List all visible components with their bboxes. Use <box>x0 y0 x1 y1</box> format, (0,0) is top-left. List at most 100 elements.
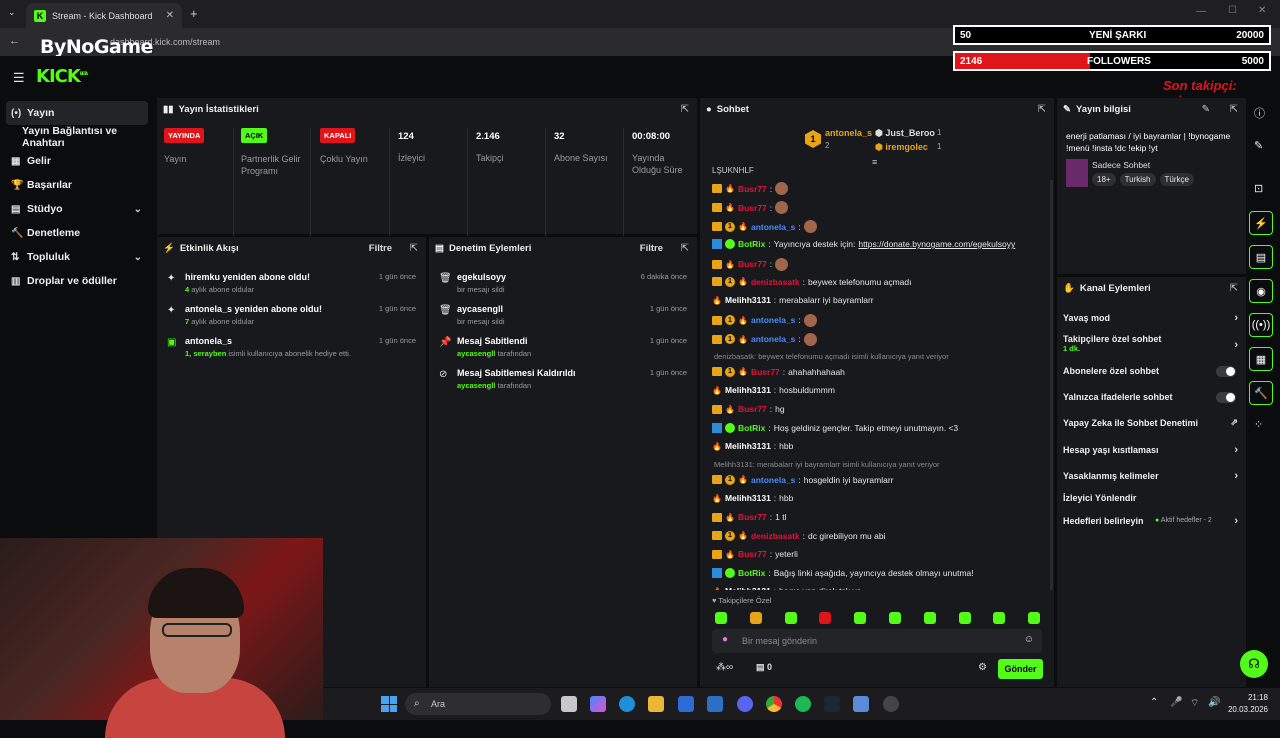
chat-message[interactable]: 1 🔥 antonela_s: <box>712 332 817 346</box>
chat-username[interactable]: Busr77 <box>738 404 767 414</box>
emote-chat-row[interactable]: Yalnızca ifadelerle sohbet <box>1063 392 1238 403</box>
chat-username[interactable]: Busr77 <box>751 367 780 377</box>
chat-username[interactable]: antonela_s <box>751 222 795 232</box>
store-icon[interactable] <box>678 696 694 712</box>
popout-icon[interactable]: ⇱ <box>681 243 689 254</box>
chat-message[interactable]: 🔥 Busr77: <box>712 182 789 195</box>
document-icon[interactable]: ▤ <box>1249 245 1273 269</box>
wifi-icon[interactable]: ⌔ <box>1190 697 1199 710</box>
mic-tray-icon[interactable]: 🎤 <box>1170 697 1182 708</box>
minimize-icon[interactable]: — <box>1196 6 1206 17</box>
chat-message[interactable]: 1 🔥 antonela_s: <box>712 313 817 327</box>
windows-start-icon[interactable] <box>381 696 397 712</box>
emote-icon[interactable] <box>958 612 971 624</box>
chat-username[interactable]: Busr77 <box>738 549 767 559</box>
info-icon[interactable]: ⓘ <box>1254 105 1265 121</box>
chat-message[interactable]: BotRix: Hoş geldiniz gençler. Takip etmey… <box>712 422 958 433</box>
emote-chat-toggle[interactable] <box>1216 392 1236 403</box>
send-button[interactable]: Gönder <box>998 659 1043 679</box>
activity-filter-button[interactable]: Filtre <box>369 243 392 254</box>
edge-icon[interactable] <box>619 696 635 712</box>
chat-message[interactable]: 🔥 Melihh3131: hbb <box>712 441 793 451</box>
chat-message[interactable]: 🔥 Melihh3131: merabalarr iyi bayramlarr <box>712 295 874 305</box>
chat-scrollbar[interactable] <box>1050 180 1053 590</box>
tag[interactable]: Turkish <box>1119 173 1156 186</box>
chat-message[interactable]: 1 🔥 denizbasatk: beywex telefonumu açmadı <box>712 276 911 287</box>
followers-chat-row[interactable]: Takipçilere özel sohbet 1 dk. › <box>1063 334 1238 353</box>
tag[interactable]: 18+ <box>1092 173 1116 186</box>
chat-message[interactable]: 🔥 Busr77: yeterli <box>712 549 798 559</box>
emote-icon[interactable] <box>1028 612 1041 624</box>
emote-icon[interactable] <box>749 612 762 624</box>
emote-icon[interactable] <box>889 612 901 624</box>
chat-username[interactable]: Busr77 <box>738 203 767 213</box>
emote-icon[interactable] <box>784 612 797 624</box>
chat-username[interactable]: denizbasatk <box>751 277 800 287</box>
taskbar-clock[interactable]: 21:18 20.03.2026 <box>1226 692 1268 716</box>
subs-chat-toggle[interactable] <box>1216 366 1236 377</box>
chat-message[interactable]: 🔥 Busr77:1 tl <box>712 512 787 522</box>
focus-icon[interactable]: ⊡ <box>1254 182 1263 195</box>
tag[interactable]: Türkçe <box>1159 173 1194 186</box>
chat-username[interactable]: Melihh3131 <box>725 586 771 590</box>
chat-message[interactable]: 1 🔥 antonela_s: hosgeldin iyi bayramlarr <box>712 474 894 485</box>
copilot-icon[interactable] <box>590 696 606 712</box>
emote-icon[interactable] <box>993 612 1006 624</box>
chat-username[interactable]: BotRix <box>738 568 765 578</box>
kick-logo[interactable]: KICKBETA <box>36 66 88 87</box>
sidebar-item-topluluk[interactable]: ⇅ Topluluk ⌄ <box>6 245 148 269</box>
discord-icon[interactable] <box>737 696 753 712</box>
new-tab-icon[interactable]: + <box>190 6 198 21</box>
popout-icon[interactable]: ⇱ <box>1038 104 1046 115</box>
donate-link[interactable]: https://donate.bynogame.com/egekulsoyy <box>858 239 1015 249</box>
chat-message[interactable]: 🔥 Busr77: hg <box>712 404 785 414</box>
chat-message[interactable]: 1 🔥 denizbasatk: dc girebiliyon mu abi <box>712 530 885 541</box>
slow-mode-row[interactable]: Yavaş mod › <box>1063 312 1238 324</box>
sidebar-item-droplar[interactable]: ▥ Droplar ve ödüller <box>6 269 148 293</box>
popout-icon[interactable]: ⇱ <box>681 104 689 115</box>
hammer-icon[interactable]: 🔨 <box>1249 381 1273 405</box>
tray-chevron-icon[interactable]: ⌃ <box>1150 697 1158 708</box>
ai-mod-row[interactable]: Yapay Zeka ile Sohbet Denetimi ⇗ <box>1063 417 1238 428</box>
top-gifter-1[interactable]: antonela_s <box>825 128 872 138</box>
sidebar-item-gelir[interactable]: ▦ Gelir <box>6 149 148 173</box>
chat-username[interactable]: BotRix <box>738 423 765 433</box>
chat-username[interactable]: Busr77 <box>738 184 767 194</box>
emote-icon[interactable] <box>923 612 936 624</box>
file-explorer-icon[interactable] <box>648 696 664 712</box>
chat-message[interactable]: 🔥 Busr77: <box>712 201 789 214</box>
expand-gifters-icon[interactable]: ≡ <box>872 157 877 167</box>
taskbar-search[interactable]: ⌕ Ara <box>405 693 551 715</box>
chat-username[interactable]: Busr77 <box>738 512 767 522</box>
emoji-icon[interactable]: ☺ <box>1024 634 1034 645</box>
broadcast-icon[interactable]: ((•)) <box>1249 313 1273 337</box>
chat-username[interactable]: Melihh3131 <box>725 441 771 451</box>
chat-username[interactable]: antonela_s <box>751 475 795 485</box>
popout-icon[interactable]: ⇱ <box>410 243 418 254</box>
popout-icon[interactable]: ⇱ <box>1230 283 1238 294</box>
chat-username[interactable]: Melihh3131 <box>725 295 771 305</box>
chat-input[interactable]: ● Bir mesaj gönderin ☺ <box>712 629 1042 653</box>
menu-icon[interactable]: ☰ <box>13 70 25 86</box>
chat-message[interactable]: 🔥 Busr77: <box>712 257 789 271</box>
banned-words-row[interactable]: Yasaklanmış kelimeler › <box>1063 470 1238 482</box>
emote-icon[interactable] <box>819 612 832 624</box>
chat-username[interactable]: BotRix <box>738 239 765 249</box>
sidebar-item-denetleme[interactable]: 🔨 Denetleme <box>6 221 148 245</box>
sidebar-item-stream-key[interactable]: Yayın Bağlantısı ve Anahtarı <box>6 125 148 149</box>
tab-close-icon[interactable]: ✕ <box>166 10 174 21</box>
emote-icon[interactable] <box>715 612 727 624</box>
support-headset-icon[interactable]: ☊ <box>1240 650 1268 678</box>
task-view-icon[interactable] <box>561 696 577 712</box>
popout-icon[interactable]: ⇱ <box>1230 104 1238 115</box>
mail-icon[interactable] <box>707 696 723 712</box>
chat-username[interactable]: antonela_s <box>751 315 795 325</box>
chat-username[interactable]: denizbasatk <box>751 531 800 541</box>
sidebar-item-studyo[interactable]: ▤ Stüdyo ⌄ <box>6 197 148 221</box>
emote-icon[interactable] <box>854 612 867 624</box>
app-icon[interactable] <box>853 696 869 712</box>
chat-message[interactable]: BotRix: Yayıncıya destek için: https://do… <box>712 239 1015 249</box>
tab-list-icon[interactable]: ⌄ <box>8 7 16 18</box>
back-icon[interactable]: ← <box>9 35 20 47</box>
chat-username[interactable]: antonela_s <box>751 334 795 344</box>
